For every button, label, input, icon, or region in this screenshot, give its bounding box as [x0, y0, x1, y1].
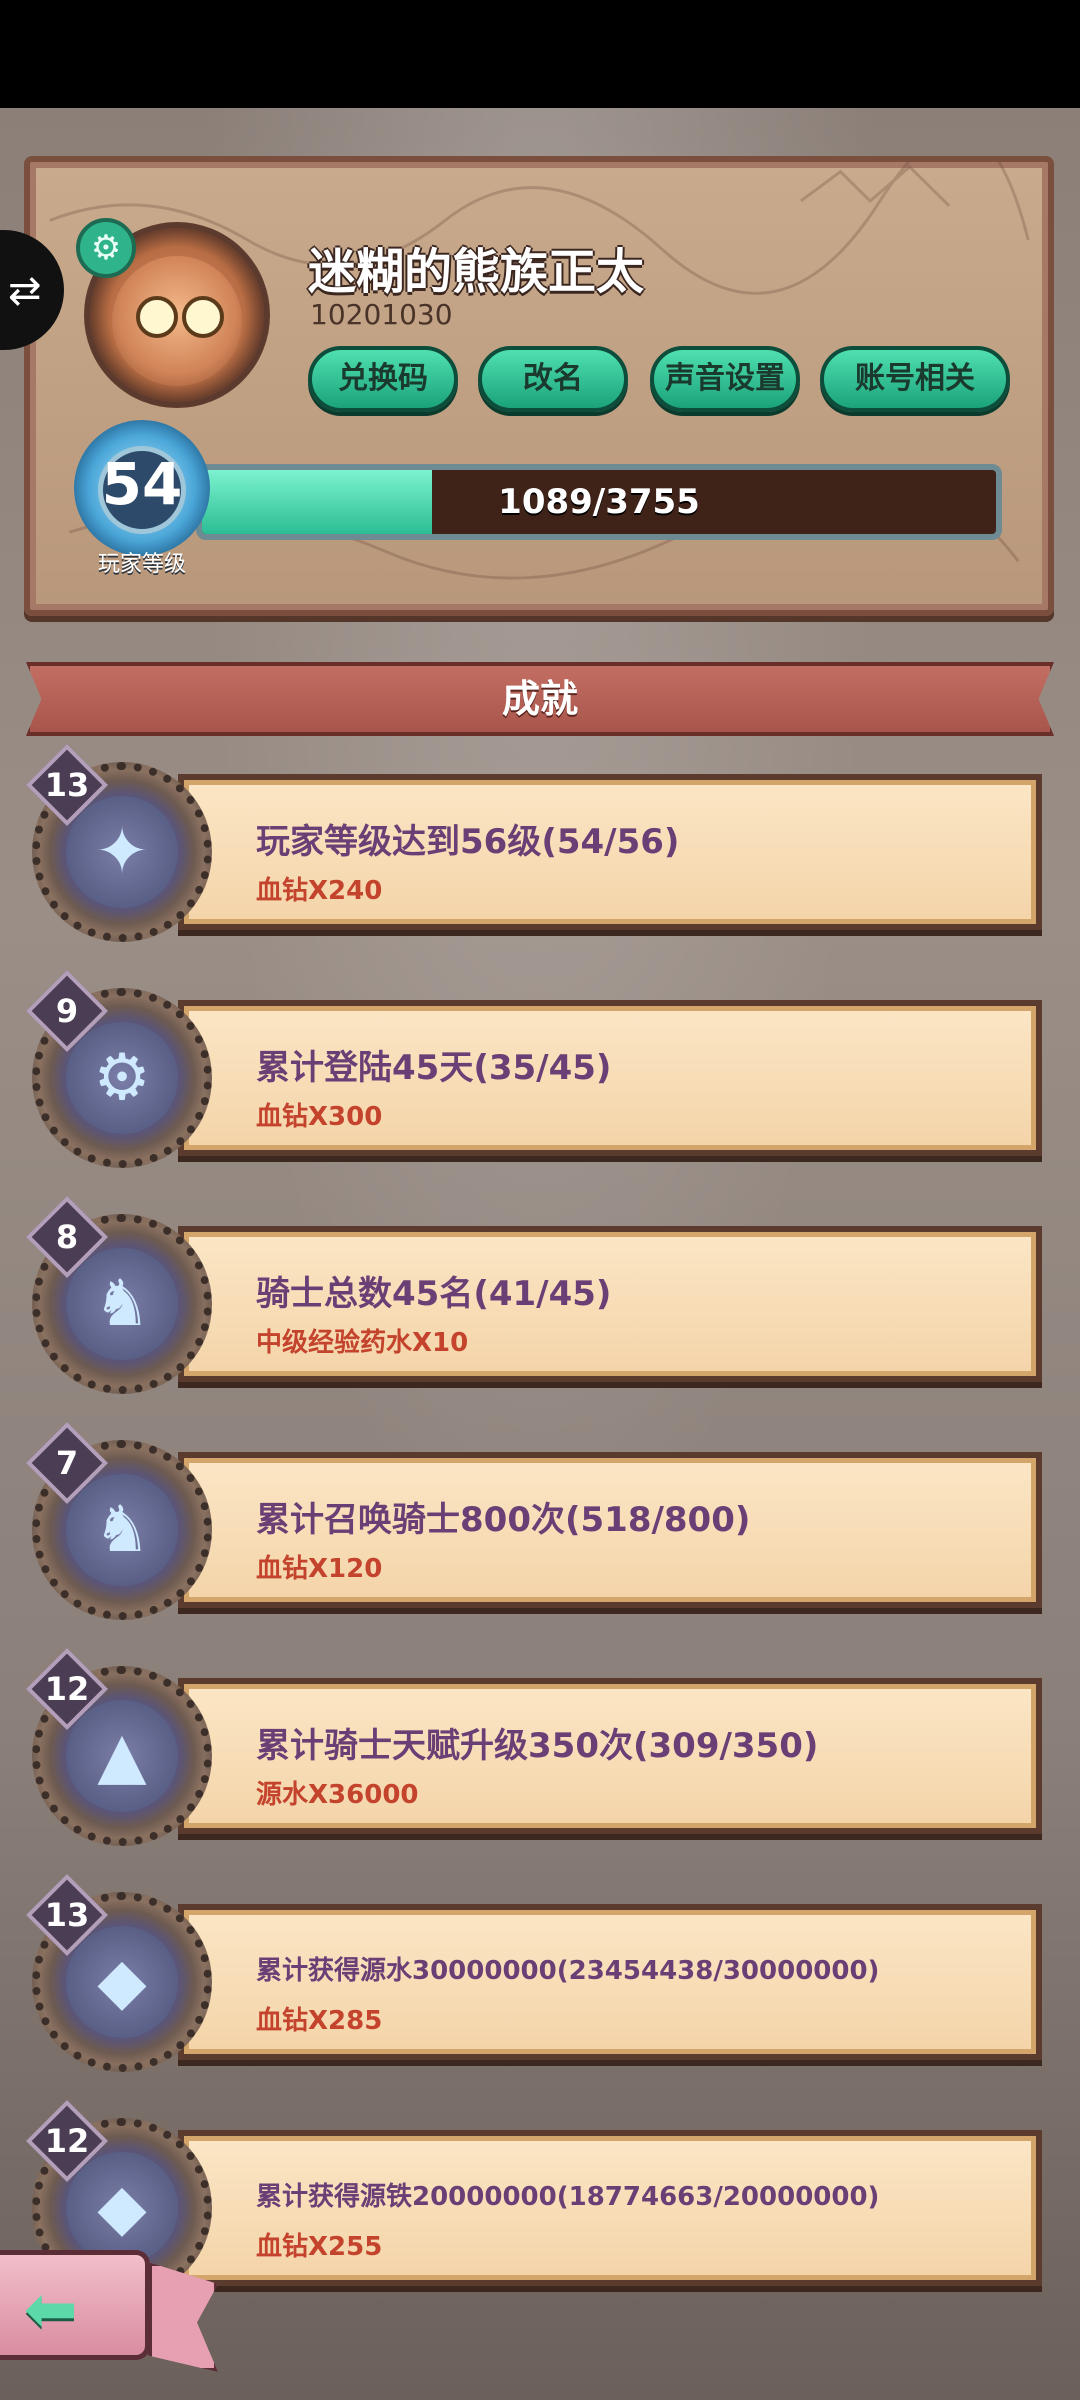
- achievement-count: 12: [44, 2122, 90, 2160]
- achievement-reward: 血钻X285: [256, 2006, 383, 2036]
- achievement-title: 累计骑士天赋升级350次(309/350): [256, 1726, 819, 1766]
- achievement-reward: 中级经验药水X10: [256, 1328, 469, 1358]
- achievement-title: 累计登陆45天(35/45): [256, 1048, 612, 1088]
- achievement-title: 玩家等级达到56级(54/56): [256, 822, 680, 862]
- achievement-item[interactable]: ✦ 13 玩家等级达到56级(54/56) 血钻X240: [25, 743, 1042, 946]
- achievement-count: 13: [44, 766, 90, 804]
- achievement-item[interactable]: ♞ 7 累计召唤骑士800次(518/800) 血钻X120: [25, 1421, 1042, 1624]
- achievement-list: ✦ 13 玩家等级达到56级(54/56) 血钻X240 ⚙ 9 累计登陆45天…: [0, 0, 1080, 2400]
- achievement-reward: 血钻X300: [256, 1102, 383, 1132]
- achievement-item[interactable]: ▲ 12 累计骑士天赋升级350次(309/350) 源水X36000: [25, 1647, 1042, 1850]
- achievement-reward: 血钻X240: [256, 876, 383, 906]
- achievement-count: 8: [55, 1218, 79, 1256]
- achievement-item[interactable]: ♞ 8 骑士总数45名(41/45) 中级经验药水X10: [25, 1195, 1042, 1398]
- achievement-title: 累计获得源水30000000(23454438/30000000): [256, 1956, 880, 1986]
- achievement-title: 累计获得源铁20000000(18774663/20000000): [256, 2182, 880, 2212]
- achievement-count: 7: [55, 1444, 79, 1482]
- achievement-count: 9: [55, 992, 79, 1030]
- back-button[interactable]: ⬅: [0, 2250, 150, 2360]
- achievement-reward: 血钻X120: [256, 1554, 383, 1584]
- achievement-title: 累计召唤骑士800次(518/800): [256, 1500, 751, 1540]
- achievement-count: 12: [44, 1670, 90, 1708]
- back-arrow-icon: ⬅: [24, 2273, 78, 2347]
- achievement-title: 骑士总数45名(41/45): [256, 1274, 612, 1314]
- achievement-reward: 血钻X255: [256, 2232, 383, 2262]
- achievement-item[interactable]: ◆ 13 累计获得源水30000000(23454438/30000000) 血…: [25, 1873, 1042, 2076]
- achievement-reward: 源水X36000: [256, 1780, 419, 1810]
- achievement-count: 13: [44, 1896, 90, 1934]
- achievement-item[interactable]: ⚙ 9 累计登陆45天(35/45) 血钻X300: [25, 969, 1042, 1172]
